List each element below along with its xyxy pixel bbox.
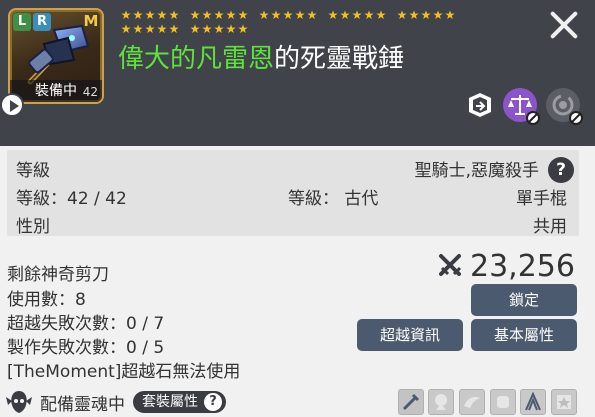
star-icon: ★ [363,8,375,22]
weapon-slot-icon[interactable] [398,389,424,415]
star-icon: ★ [144,8,156,22]
compare-scale-icon[interactable] [503,88,540,125]
level-requirement: 等級：42 / 42 [16,189,127,209]
bow-slot-icon[interactable] [520,389,546,415]
card-slot-icon[interactable] [551,389,577,415]
star-row: ★ ★ ★ ★ ★ ★ ★ ★ ★ ★ ★ ★ ★ ★ ★ ★ ★ ★ ★ ★ ★ ★ ★ ★ ★ [120,9,456,22]
star-row: ★ ★ ★ ★ ★ ★ ★ ★ ★ ★ [120,23,450,36]
combat-power-value: 23,256 [470,248,575,284]
level-label: 等級 [16,161,50,181]
item-header: L R M 裝備中 42 ★ ★ ★ ★ ★ ★ ★ ★ ★ ★ ★ ★ ★ ★ ★ ★ ★ ★ ★ ★ ★ ★ ★ ★ ★ ★ ★… [0,0,595,146]
star-icon: ★ [120,8,132,22]
star-icon: ★ [225,22,237,36]
gender-label: 性別 [16,217,50,237]
set-attributes-label: 套裝屬性 [142,394,198,410]
soul-row: 配備靈魂中 套裝屬性 ? [4,389,226,415]
star-icon: ★ [144,22,156,36]
star-group: ★ ★ ★ ★ ★ [189,23,249,36]
soul-icon [6,391,32,413]
share-icon[interactable] [463,88,497,122]
soul-equipped-label: 配備靈魂中 [40,394,125,415]
star-icon: ★ [132,8,144,22]
star-icon: ★ [282,8,294,22]
star-icon: ★ [258,8,270,22]
craft-fail-count: 製作失敗次數：0 / 5 [7,338,165,358]
spirit-slot-icon[interactable] [490,389,516,415]
star-icon: ★ [237,8,249,22]
set-attributes-button[interactable]: 套裝屬性 ? [133,391,226,413]
soul-slot-icon[interactable] [428,389,454,415]
star-icon: ★ [408,8,420,22]
close-icon[interactable] [546,6,582,42]
star-icon: ★ [132,22,144,36]
star-icon: ★ [189,22,201,36]
item-details-panel: 等級 聖騎士,惡魔殺手 ? 等級：42 / 42 等級： 古代 單手棍 性別 共… [0,146,595,417]
star-icon: ★ [351,8,363,22]
star-group: ★ ★ ★ ★ ★ [189,9,249,22]
star-icon: ★ [375,8,387,22]
grade-label: 等級： 古代 [288,189,379,209]
help-icon: ? [204,393,222,411]
star-icon: ★ [420,8,432,22]
transcend-fail-count: 超越失敗次數：0 / 7 [7,314,165,334]
crossed-swords-icon [439,254,462,276]
uses-count: 使用數：8 [7,290,86,310]
star-icon: ★ [432,8,444,22]
lock-button[interactable]: 鎖定 [471,284,577,316]
star-force-stars: ★ ★ ★ ★ ★ ★ ★ ★ ★ ★ ★ ★ ★ ★ ★ ★ ★ ★ ★ ★ ★ ★ ★ ★ ★ ★ ★ ★ ★ ★ ★ ★ ★ ★ ★ [120,9,456,37]
star-icon: ★ [156,22,168,36]
star-icon: ★ [201,22,213,36]
star-icon: ★ [189,8,201,22]
star-icon: ★ [225,8,237,22]
item-icon-frame[interactable]: L R M 裝備中 42 [8,8,104,104]
star-icon: ★ [339,8,351,22]
star-icon: ★ [168,8,180,22]
gender-value: 共用 [533,217,567,237]
star-icon: ★ [120,22,132,36]
requirements-box: 等級 聖騎士,惡魔殺手 ? 等級：42 / 42 等級： 古代 單手棍 性別 共… [7,150,579,237]
scissors-remaining: 剩餘神奇剪刀 [7,265,109,285]
star-icon: ★ [213,8,225,22]
star-icon: ★ [306,8,318,22]
star-icon: ★ [270,8,282,22]
star-group: ★ ★ ★ ★ ★ [396,9,456,22]
star-icon: ★ [168,22,180,36]
item-level-small: 42 [82,85,98,99]
item-name-prefix: 偉大的凡雷恩 [118,44,275,74]
wing-slot-icon[interactable] [459,389,485,415]
star-group: ★ ★ ★ ★ ★ [120,9,180,22]
basic-attributes-button[interactable]: 基本屬性 [471,319,577,351]
weapon-type: 單手棍 [516,189,567,209]
ban-icon [569,111,583,125]
play-icon[interactable] [0,93,24,117]
moment-note: [TheMoment]超越石無法使用 [7,362,241,382]
star-group: ★ ★ ★ ★ ★ [120,23,180,36]
star-icon: ★ [156,8,168,22]
transcend-info-button[interactable]: 超越資訊 [357,319,463,351]
star-group: ★ ★ ★ ★ ★ [258,9,318,22]
combat-power: 23,256 [438,248,575,284]
star-group: ★ ★ ★ ★ ★ [327,9,387,22]
star-icon: ★ [237,22,249,36]
item-name: 偉大的凡雷恩的死靈戰錘 [118,38,404,75]
hammer-icon [27,24,90,85]
star-icon: ★ [294,8,306,22]
transfer-cycle-icon[interactable] [546,88,583,125]
star-icon: ★ [327,8,339,22]
star-icon: ★ [213,22,225,36]
star-icon: ★ [396,8,408,22]
job-text: 聖騎士,惡魔殺手 [414,161,539,181]
help-icon[interactable]: ? [548,157,574,183]
star-icon: ★ [201,8,213,22]
star-icon: ★ [444,8,456,22]
item-name-rest: 的死靈戰錘 [274,44,405,74]
ban-icon [526,111,540,125]
